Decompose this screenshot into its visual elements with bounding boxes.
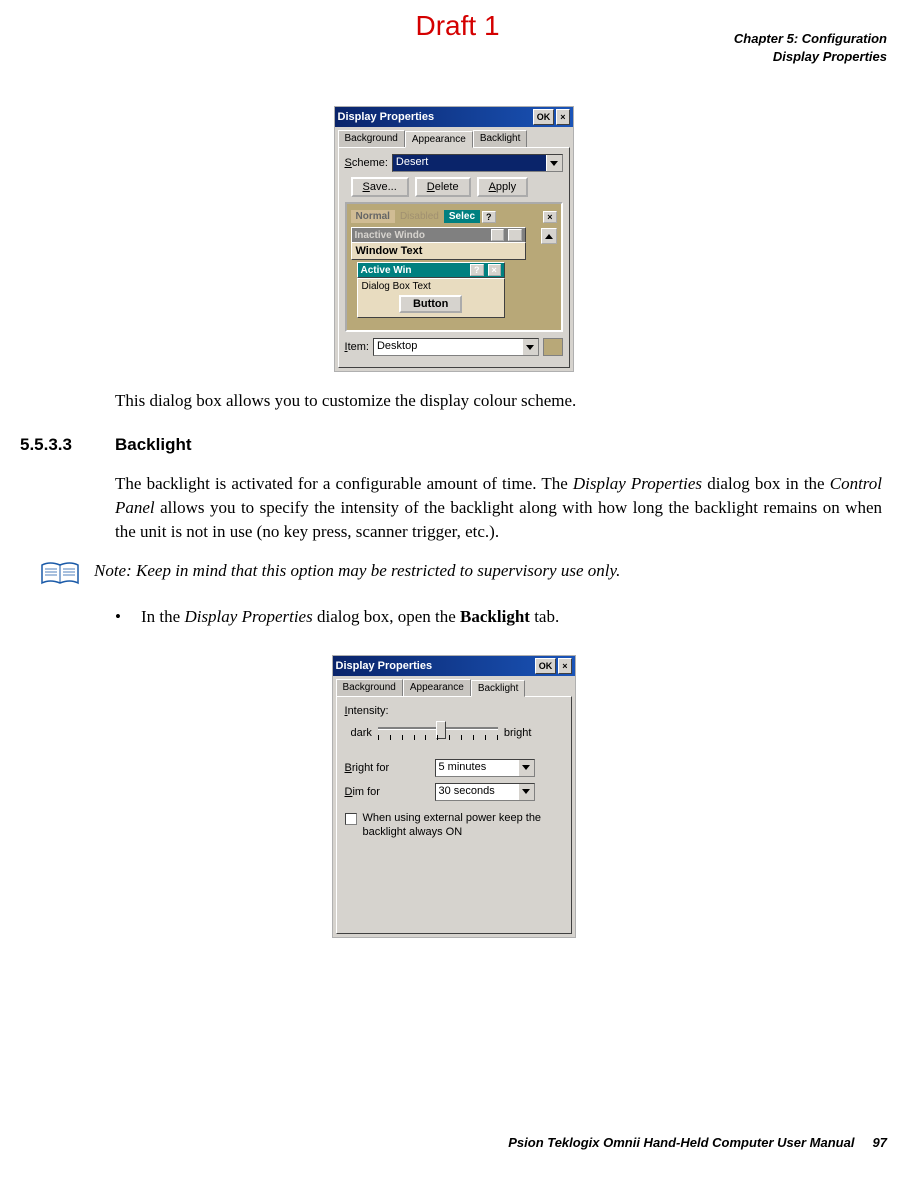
close-button[interactable]: × — [556, 109, 569, 125]
preview-active-window: Active Win ? × — [357, 262, 505, 278]
screenshot-appearance: Display Properties OK × Background Appea… — [334, 106, 574, 372]
instruction-bullet: • In the Display Properties dialog box, … — [115, 607, 887, 627]
preview-inactive-window: Inactive Windo ? × — [351, 227, 526, 243]
page-number: 97 — [873, 1135, 887, 1150]
tab-strip: Background Appearance Backlight — [335, 127, 573, 147]
preview-window-text: Window Text — [351, 242, 526, 260]
help-icon: ? — [482, 211, 496, 223]
note-text: Note: Keep in mind that this option may … — [94, 561, 620, 581]
help-icon: ? — [491, 229, 505, 241]
bright-for-value: 5 minutes — [436, 760, 518, 776]
preview-button: Button — [399, 295, 462, 313]
close-icon: × — [508, 229, 521, 241]
draft-watermark: Draft 1 — [415, 10, 499, 42]
item-dropdown[interactable]: Desktop — [373, 338, 539, 356]
ok-button[interactable]: OK — [533, 109, 555, 125]
dropdown-arrow-icon[interactable] — [518, 784, 534, 800]
ok-button[interactable]: OK — [535, 658, 557, 674]
tab-background[interactable]: Background — [338, 130, 405, 147]
bright-for-label: Bright for — [345, 762, 435, 774]
appearance-panel: Scheme: Desert Save... Delete Apply Norm… — [338, 147, 570, 368]
close-icon: × — [543, 211, 556, 223]
section-heading: 5.5.3.3 Backlight — [20, 435, 887, 455]
dim-for-dropdown[interactable]: 30 seconds — [435, 783, 535, 801]
titlebar: Display Properties OK × — [333, 656, 575, 676]
window-title: Display Properties — [338, 111, 435, 123]
scheme-dropdown[interactable]: Desert — [392, 154, 563, 172]
screenshot-backlight: Display Properties OK × Background Appea… — [332, 655, 576, 938]
tab-background[interactable]: Background — [336, 679, 403, 696]
section-label: Display Properties — [20, 48, 887, 66]
preview-dialog-box: Dialog Box Text Button — [357, 278, 505, 318]
tab-backlight[interactable]: Backlight — [473, 130, 528, 147]
bright-for-dropdown[interactable]: 5 minutes — [435, 759, 535, 777]
footer-text: Psion Teklogix Omnii Hand-Held Computer … — [508, 1135, 854, 1150]
bullet-icon: • — [115, 607, 141, 627]
window-title: Display Properties — [336, 660, 433, 672]
close-button[interactable]: × — [558, 658, 571, 674]
scheme-label: Scheme: — [345, 157, 388, 169]
slider-bright-label: bright — [504, 727, 532, 739]
dim-for-label: Dim for — [345, 786, 435, 798]
dropdown-arrow-icon[interactable] — [522, 339, 538, 355]
scheme-preview: Normal Disabled Selec ? × Inactive Windo… — [345, 202, 563, 332]
dim-for-value: 30 seconds — [436, 784, 518, 800]
paragraph-1: This dialog box allows you to customize … — [115, 389, 882, 413]
backlight-panel: Intensity: dark bright Bright for 5 minu… — [336, 696, 572, 934]
tab-strip: Background Appearance Backlight — [333, 676, 575, 696]
section-number: 5.5.3.3 — [20, 435, 115, 455]
apply-button[interactable]: Apply — [477, 177, 529, 197]
tab-appearance[interactable]: Appearance — [405, 131, 473, 148]
save-button[interactable]: Save... — [351, 177, 409, 197]
color-swatch[interactable] — [543, 338, 563, 356]
paragraph-2: The backlight is activated for a configu… — [115, 472, 882, 543]
item-value: Desktop — [374, 339, 522, 355]
external-power-label: When using external power keep the backl… — [363, 811, 563, 840]
tab-backlight[interactable]: Backlight — [471, 680, 526, 697]
dropdown-arrow-icon[interactable] — [546, 155, 562, 171]
scheme-value: Desert — [393, 155, 546, 171]
preview-disabled: Disabled — [397, 210, 442, 223]
slider-dark-label: dark — [351, 727, 372, 739]
preview-normal: Normal — [351, 210, 395, 223]
item-label: Item: — [345, 341, 369, 353]
titlebar: Display Properties OK × — [335, 107, 573, 127]
book-icon — [40, 561, 80, 587]
intensity-label: Intensity: — [345, 705, 563, 717]
help-icon: ? — [470, 264, 484, 276]
intensity-slider[interactable] — [378, 721, 498, 745]
preview-selected: Selec — [444, 210, 480, 223]
scroll-up-icon — [541, 228, 557, 244]
external-power-checkbox[interactable] — [345, 813, 357, 825]
bullet-text: In the Display Properties dialog box, op… — [141, 607, 559, 627]
tab-appearance[interactable]: Appearance — [403, 679, 471, 696]
page-footer: Psion Teklogix Omnii Hand-Held Computer … — [508, 1135, 887, 1150]
dropdown-arrow-icon[interactable] — [518, 760, 534, 776]
note: Note: Keep in mind that this option may … — [40, 561, 887, 587]
section-title: Backlight — [115, 435, 192, 455]
close-icon: × — [488, 264, 501, 276]
delete-button[interactable]: Delete — [415, 177, 471, 197]
